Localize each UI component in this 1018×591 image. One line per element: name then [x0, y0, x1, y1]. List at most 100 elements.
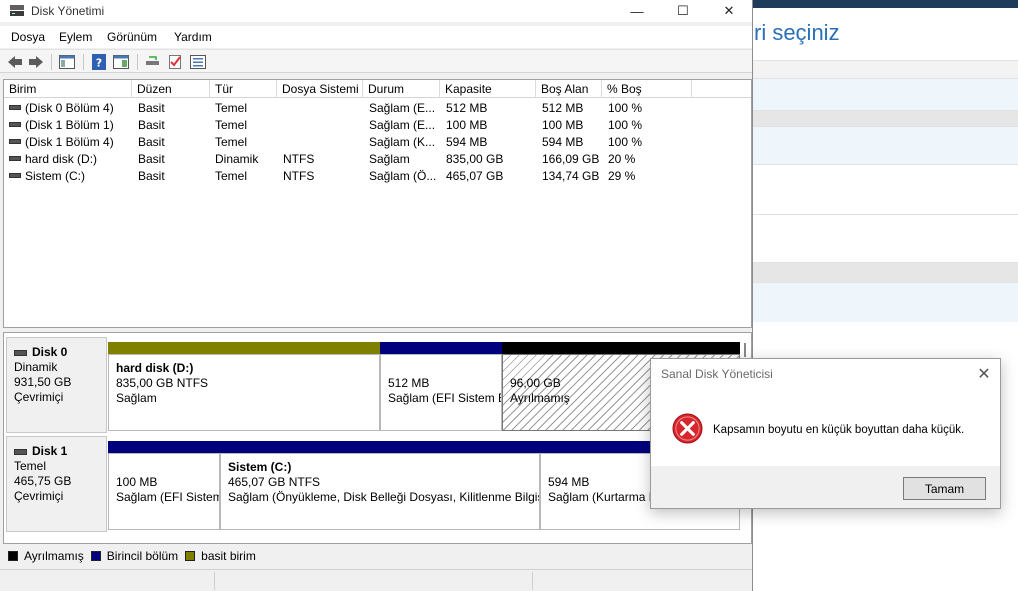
table-cell: 134,74 GB: [542, 168, 604, 185]
partition[interactable]: hard disk (D:) 835,00 GB NTFS Sağlam: [108, 342, 380, 431]
partition-name: Sistem (C:): [228, 460, 292, 474]
minimize-button[interactable]: —: [614, 0, 660, 22]
disk-status: Çevrimiçi: [14, 489, 64, 503]
table-cell: 166,09 GB: [542, 151, 604, 168]
disk-status: Çevrimiçi: [14, 390, 64, 404]
table-row[interactable]: Sistem (C:) Basit Temel NTFS Sağlam (Ö... 465…: [4, 168, 751, 185]
menu-view[interactable]: Görünüm: [107, 30, 157, 44]
column-header-file-system[interactable]: Dosya Sistemi: [277, 80, 363, 98]
table-cell: (Disk 1 Bölüm 1): [9, 117, 131, 134]
list-header: Birim Düzen Tür Dosya Sistemi Durum Kapa…: [4, 80, 751, 98]
partition-color-bar: [220, 441, 540, 453]
cell-text: 512 MB: [446, 101, 488, 115]
column-header-volume[interactable]: Birim: [4, 80, 132, 98]
ok-button[interactable]: Tamam: [903, 477, 986, 500]
cell-text: Sağlam (E...: [369, 118, 436, 132]
table-cell: Sağlam (K...: [369, 134, 441, 151]
table-cell: Basit: [138, 100, 210, 117]
table-cell: 100 MB: [542, 117, 604, 134]
background-band: [752, 214, 1018, 262]
background-top-bar: [752, 0, 1018, 8]
cell-text: 100 MB: [542, 118, 584, 132]
volume-icon: [9, 122, 21, 128]
partition-body: hard disk (D:) 835,00 GB NTFS Sağlam: [108, 354, 380, 431]
column-header-free-space[interactable]: Boş Alan: [536, 80, 602, 98]
partition[interactable]: 100 MB Sağlam (EFI Sistem: [108, 441, 220, 530]
column-header-status[interactable]: Durum: [363, 80, 440, 98]
partition-size: 512 MB: [388, 376, 430, 390]
menu-bar: Dosya Eylem Görünüm Yardım: [0, 26, 752, 48]
check-icon[interactable]: [166, 53, 184, 71]
cell-text: Basit: [138, 135, 165, 149]
table-row[interactable]: hard disk (D:) Basit Dinamik NTFS Sağlam 835,…: [4, 151, 751, 168]
disk-icon: [14, 349, 27, 356]
column-header-layout[interactable]: Düzen: [132, 80, 210, 98]
cell-text: 29 %: [608, 169, 636, 183]
close-button[interactable]: ✕: [706, 0, 752, 22]
menu-file[interactable]: Dosya: [11, 30, 45, 44]
volume-list: Birim Düzen Tür Dosya Sistemi Durum Kapa…: [3, 79, 752, 328]
cell-text: 465,07 GB: [446, 169, 504, 183]
properties-pane-icon[interactable]: [112, 53, 130, 71]
cell-text: Basit: [138, 101, 165, 115]
status-divider: [214, 572, 215, 590]
cell-text: Sağlam: [369, 152, 410, 166]
legend-item-simple-volume: basit birim: [185, 549, 256, 563]
table-row[interactable]: (Disk 1 Bölüm 4) Basit Temel Sağlam (K... 59…: [4, 134, 751, 151]
table-cell: 100 %: [608, 100, 688, 117]
table-row[interactable]: (Disk 1 Bölüm 1) Basit Temel Sağlam (E... 10…: [4, 117, 751, 134]
table-cell: 100 MB: [446, 117, 538, 134]
background-band: [752, 60, 1018, 78]
disk-name-text: Disk 1: [32, 444, 68, 458]
partition[interactable]: 512 MB Sağlam (EFI Sistem B: [380, 342, 502, 431]
show-hide-tree-icon[interactable]: [58, 53, 76, 71]
table-cell: 512 MB: [542, 100, 604, 117]
legend-item-unallocated: Ayrılmamış: [8, 549, 84, 563]
error-dialog: Sanal Disk Yöneticisi ✕ Kapsamın boyutu …: [650, 358, 1001, 509]
disk-label[interactable]: Disk 0 Dinamik 931,50 GB Çevrimiçi: [6, 337, 107, 433]
table-cell: hard disk (D:): [9, 151, 131, 168]
cell-text: NTFS: [283, 152, 315, 166]
table-cell: 29 %: [608, 168, 688, 185]
dialog-close-button[interactable]: ✕: [974, 364, 994, 384]
background-band: [752, 282, 1018, 322]
disk-label[interactable]: Disk 1 Temel 465,75 GB Çevrimiçi: [6, 436, 107, 532]
forward-arrow-icon[interactable]: [27, 53, 45, 71]
table-cell: Temel: [215, 134, 277, 151]
dialog-footer: Tamam: [651, 466, 1000, 508]
table-cell: Sağlam (E...: [369, 117, 441, 134]
dialog-title: Sanal Disk Yöneticisi: [661, 367, 773, 381]
cell-text: 100 %: [608, 135, 643, 149]
background-band: [752, 110, 1018, 126]
background-band: [752, 78, 1018, 110]
table-cell: [283, 134, 365, 151]
back-arrow-icon[interactable]: [6, 53, 24, 71]
cell-text: Sağlam (Ö...: [369, 169, 437, 183]
cell-text: Sistem (C:): [25, 169, 85, 183]
table-cell: (Disk 0 Bölüm 4): [9, 100, 131, 117]
maximize-button[interactable]: ☐: [660, 0, 706, 22]
table-cell: Sistem (C:): [9, 168, 131, 185]
menu-action[interactable]: Eylem: [59, 30, 92, 44]
legend-swatch: [90, 551, 101, 561]
scrollbar[interactable]: [744, 343, 746, 357]
cell-text: (Disk 0 Bölüm 4): [25, 101, 114, 115]
table-cell: NTFS: [283, 151, 365, 168]
table-cell: Temel: [215, 100, 277, 117]
disk-size: 931,50 GB: [14, 375, 72, 389]
column-header-percent-free[interactable]: % Boş: [602, 80, 692, 98]
column-header-type[interactable]: Tür: [210, 80, 277, 98]
column-header-capacity[interactable]: Kapasite: [440, 80, 536, 98]
toolbar: ?: [0, 49, 752, 73]
help-icon[interactable]: ?: [90, 53, 108, 71]
table-row[interactable]: (Disk 0 Bölüm 4) Basit Temel Sağlam (E... 51…: [4, 100, 751, 117]
list-view-icon[interactable]: [189, 53, 207, 71]
partition-color-bar: [108, 441, 220, 453]
partition[interactable]: Sistem (C:) 465,07 GB NTFS Sağlam (Önyükle…: [220, 441, 540, 530]
disk-graphical-view: Disk 0 Dinamik 931,50 GB Çevrimiçi hard disk…: [3, 332, 752, 544]
legend-label: basit birim: [201, 549, 256, 563]
connect-disk-icon[interactable]: [144, 53, 162, 71]
cell-text: hard disk (D:): [25, 152, 98, 166]
disk-management-icon: [10, 5, 24, 16]
menu-help[interactable]: Yardım: [174, 30, 212, 44]
